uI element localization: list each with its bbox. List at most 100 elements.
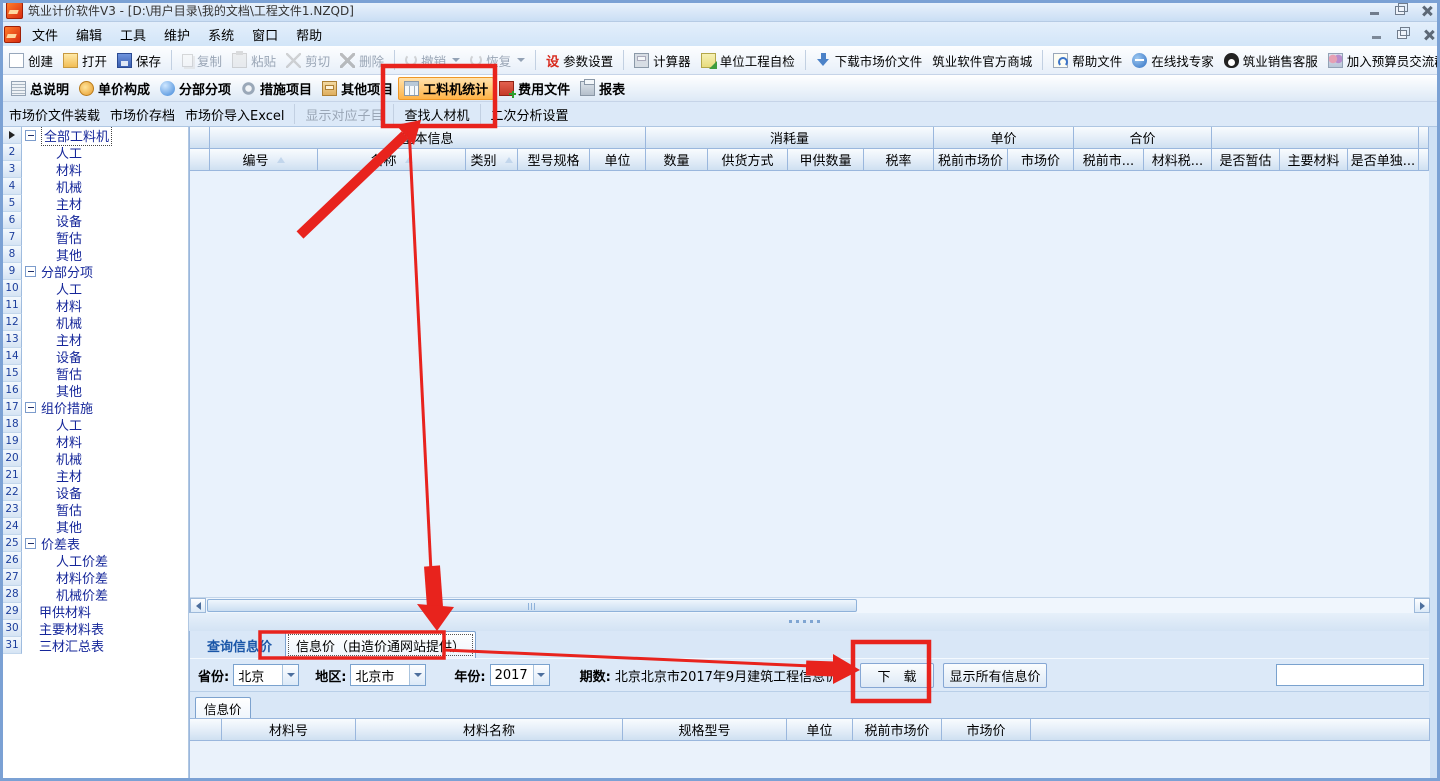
online-expert-button[interactable]: 在线找专家 xyxy=(1127,49,1219,72)
help-file-button[interactable]: 帮助文件 xyxy=(1048,49,1127,72)
column-header[interactable]: 类别 xyxy=(466,149,518,171)
menu-window[interactable]: 窗口 xyxy=(243,23,287,46)
column-header[interactable]: 主要材料 xyxy=(1280,149,1348,171)
minimize-button[interactable] xyxy=(1366,4,1382,18)
chevron-down-icon[interactable] xyxy=(282,665,298,685)
tree-row-number[interactable]: 31 xyxy=(3,637,22,654)
column-header[interactable]: 税前市场价 xyxy=(934,149,1008,171)
tree-row-number[interactable]: 19 xyxy=(3,433,22,450)
download-market-price-file-button[interactable]: 下载市场价文件 xyxy=(811,49,928,72)
scroll-right-button[interactable] xyxy=(1414,598,1430,613)
tree-row-number[interactable]: 30 xyxy=(3,620,22,637)
tree-row-number[interactable]: 15 xyxy=(3,365,22,382)
column-header[interactable]: 单价 xyxy=(934,127,1074,149)
menu-help[interactable]: 帮助 xyxy=(287,23,331,46)
market-price-import-excel-button[interactable]: 市场价导入Excel xyxy=(180,103,289,126)
unit-project-self-check-button[interactable]: 单位工程自检 xyxy=(696,49,800,72)
search-input[interactable] xyxy=(1277,666,1440,684)
tree-row-number[interactable]: 9 xyxy=(3,263,22,280)
param-settings-button[interactable]: 设参数设置 xyxy=(541,49,618,72)
download-button[interactable]: 下 载 xyxy=(860,663,934,688)
child-close-button[interactable] xyxy=(1420,27,1436,41)
column-header[interactable]: 消耗量 xyxy=(646,127,934,149)
secondary-analysis-settings-button[interactable]: 二次分析设置 xyxy=(486,103,574,126)
tree-row-number[interactable]: 3 xyxy=(3,161,22,178)
column-header[interactable]: 供货方式 xyxy=(708,149,788,171)
row-indicator-header[interactable] xyxy=(1212,127,1419,149)
tab-query-info-price[interactable]: 查询信息价 xyxy=(197,632,282,658)
child-minimize-button[interactable] xyxy=(1368,27,1384,41)
collapse-icon[interactable] xyxy=(25,130,36,141)
other-items-button[interactable]: 其他项目 xyxy=(317,77,398,100)
tree-row-number[interactable]: 23 xyxy=(3,501,22,518)
column-header[interactable]: 税前市场价 xyxy=(853,719,942,741)
column-header[interactable]: 单位 xyxy=(787,719,853,741)
tree-row-number[interactable]: 29 xyxy=(3,603,22,620)
official-store-button[interactable]: 筑业软件官方商城 xyxy=(927,49,1037,72)
open-button[interactable]: 打开 xyxy=(58,49,112,72)
tree-row-number[interactable]: 2 xyxy=(3,144,22,161)
column-header[interactable]: 型号规格 xyxy=(518,149,590,171)
row-indicator-header[interactable] xyxy=(190,149,210,171)
chevron-down-icon[interactable] xyxy=(409,665,425,685)
menu-file[interactable]: 文件 xyxy=(23,23,67,46)
tree-row-number[interactable]: 4 xyxy=(3,178,22,195)
restore-button[interactable] xyxy=(1392,4,1408,18)
tree-row-number[interactable]: 11 xyxy=(3,297,22,314)
tree-row-number[interactable]: 26 xyxy=(3,552,22,569)
close-button[interactable] xyxy=(1418,4,1434,18)
scrollbar-thumb[interactable] xyxy=(207,599,857,612)
join-group-button[interactable]: 加入预算员交流群 xyxy=(1323,49,1440,72)
row-indicator-header[interactable] xyxy=(190,719,222,741)
tree-row-number[interactable]: 22 xyxy=(3,484,22,501)
tree-row-number[interactable]: 10 xyxy=(3,280,22,297)
subsection-items-button[interactable]: 分部分项 xyxy=(155,77,236,100)
tab-info-price[interactable]: 信息价 xyxy=(195,697,251,719)
tree-row-number[interactable]: 20 xyxy=(3,450,22,467)
horizontal-scrollbar[interactable] xyxy=(190,597,1430,613)
column-header[interactable]: 是否暂估 xyxy=(1212,149,1280,171)
unit-price-composition-button[interactable]: 单价构成 xyxy=(74,77,155,100)
tree-row-number[interactable]: 27 xyxy=(3,569,22,586)
tree-row-number[interactable]: 13 xyxy=(3,331,22,348)
column-header[interactable]: 市场价 xyxy=(1008,149,1074,171)
column-header[interactable]: 税率 xyxy=(864,149,934,171)
menu-maintain[interactable]: 维护 xyxy=(155,23,199,46)
tree-row-number[interactable]: 6 xyxy=(3,212,22,229)
menu-edit[interactable]: 编辑 xyxy=(67,23,111,46)
tab-info-price-zaojiatong[interactable]: 信息价（由造价通网站提供） xyxy=(285,631,476,658)
tree-row-number[interactable]: 17 xyxy=(3,399,22,416)
find-labor-material-machine-button[interactable]: 查找人材机 xyxy=(399,103,474,126)
market-price-archive-button[interactable]: 市场价存档 xyxy=(105,103,180,126)
panel-splitter[interactable] xyxy=(189,613,1429,631)
column-header[interactable]: 单位 xyxy=(590,149,646,171)
tree-row-number[interactable]: 16 xyxy=(3,382,22,399)
collapse-icon[interactable] xyxy=(25,402,36,413)
measure-items-button[interactable]: 措施项目 xyxy=(236,77,317,100)
tree-row-number[interactable]: 8 xyxy=(3,246,22,263)
tree-row-number[interactable]: 14 xyxy=(3,348,22,365)
year-select[interactable]: 2017 xyxy=(490,664,550,686)
column-header[interactable]: 基本信息 xyxy=(210,127,646,149)
tree-row-number[interactable]: 18 xyxy=(3,416,22,433)
column-header[interactable]: 是否单独... xyxy=(1348,149,1419,171)
calculator-button[interactable]: 计算器 xyxy=(629,49,696,72)
child-restore-button[interactable] xyxy=(1394,27,1410,41)
tree-row-number[interactable]: 21 xyxy=(3,467,22,484)
column-header[interactable]: 材料税... xyxy=(1144,149,1212,171)
column-header[interactable]: 名称 xyxy=(318,149,466,171)
row-indicator-header[interactable] xyxy=(190,127,210,149)
region-select[interactable]: 北京市 xyxy=(350,664,426,686)
tree-row-number[interactable]: 25 xyxy=(3,535,22,552)
save-button[interactable]: 保存 xyxy=(112,49,166,72)
column-header[interactable]: 市场价 xyxy=(942,719,1031,741)
tree-item[interactable]: 三材汇总表 xyxy=(22,636,104,655)
column-header[interactable]: 编号 xyxy=(210,149,318,171)
tree-row-number[interactable] xyxy=(3,127,22,144)
scroll-left-button[interactable] xyxy=(190,598,206,613)
tree-row-number[interactable]: 24 xyxy=(3,518,22,535)
column-header[interactable]: 税前市... xyxy=(1074,149,1144,171)
show-all-info-price-button[interactable]: 显示所有信息价 xyxy=(943,663,1047,688)
report-button[interactable]: 报表 xyxy=(575,77,630,100)
fee-file-button[interactable]: 费用文件 xyxy=(494,77,575,100)
